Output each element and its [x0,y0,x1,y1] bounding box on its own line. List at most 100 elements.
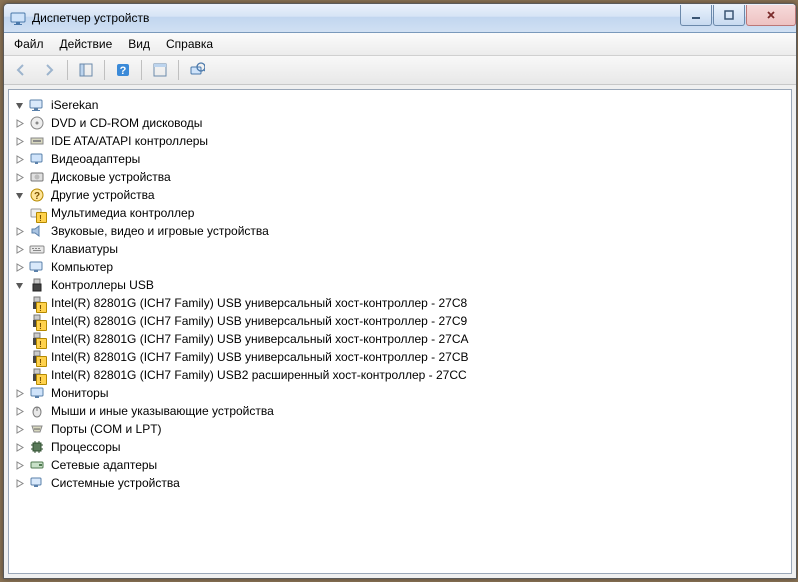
expand-icon[interactable] [13,171,25,183]
tree-label: Сетевые адаптеры [49,457,159,473]
tree-node-computer[interactable]: Компьютер [13,258,787,276]
tree-node-usb-27ca[interactable]: Intel(R) 82801G (ICH7 Family) USB универ… [13,330,787,348]
menu-action[interactable]: Действие [52,34,121,54]
toolbar-separator [104,60,105,80]
expand-icon[interactable] [13,459,25,471]
tree-label: Мыши и иные указывающие устройства [49,403,276,419]
tree-label: Intel(R) 82801G (ICH7 Family) USB универ… [49,295,469,311]
tree-node-network[interactable]: Сетевые адаптеры [13,456,787,474]
collapse-icon[interactable] [13,99,25,111]
tree-node-keyboard[interactable]: Клавиатуры [13,240,787,258]
tree-node-usb-27cc[interactable]: Intel(R) 82801G (ICH7 Family) USB2 расши… [13,366,787,384]
tree-label: Мультимедиа контроллер [49,205,196,221]
forward-button[interactable] [36,57,62,83]
tree-node-multimedia-controller[interactable]: Мультимедиа контроллер [13,204,787,222]
tree-node-usb-27cb[interactable]: Intel(R) 82801G (ICH7 Family) USB универ… [13,348,787,366]
expand-icon[interactable] [13,153,25,165]
svg-text:?: ? [120,65,127,77]
disc-icon [29,115,45,131]
no-expand [13,297,25,309]
tree-label: Intel(R) 82801G (ICH7 Family) USB универ… [49,331,471,347]
tree-label: Intel(R) 82801G (ICH7 Family) USB универ… [49,313,469,329]
device-tree-panel[interactable]: iSerekan DVD и CD-ROM дисководы IDE ATA/… [8,89,792,574]
tree-node-cpu[interactable]: Процессоры [13,438,787,456]
tree-node-dvd[interactable]: DVD и CD-ROM дисководы [13,114,787,132]
device-tree: iSerekan DVD и CD-ROM дисководы IDE ATA/… [13,96,787,492]
no-expand [13,369,25,381]
svg-text:?: ? [34,191,40,202]
expand-icon[interactable] [13,423,25,435]
disk-drive-icon [29,169,45,185]
tree-node-monitor[interactable]: Мониторы [13,384,787,402]
tree-root[interactable]: iSerekan [13,96,787,114]
tree-label: Звуковые, видео и игровые устройства [49,223,271,239]
device-manager-window: Диспетчер устройств Файл Действие Вид Сп… [3,3,797,579]
tree-node-video[interactable]: Видеоадаптеры [13,150,787,168]
usb-device-icon [29,295,45,311]
no-expand [13,207,25,219]
other-devices-icon: ? [29,187,45,203]
usb-device-icon [29,331,45,347]
ide-controller-icon [29,133,45,149]
unknown-device-icon [29,205,45,221]
tree-node-ide[interactable]: IDE ATA/ATAPI контроллеры [13,132,787,150]
expand-icon[interactable] [13,117,25,129]
tree-root-label: iSerekan [49,97,100,113]
toolbar-separator [141,60,142,80]
maximize-button[interactable] [713,5,745,26]
toolbar-separator [67,60,68,80]
tree-label: Порты (COM и LPT) [49,421,164,437]
expand-icon[interactable] [13,135,25,147]
expand-icon[interactable] [13,387,25,399]
display-adapter-icon [29,151,45,167]
menu-help[interactable]: Справка [158,34,221,54]
tree-label: Контроллеры USB [49,277,156,293]
app-icon [10,10,26,26]
no-expand [13,351,25,363]
expand-icon[interactable] [13,405,25,417]
scan-hardware-button[interactable] [184,57,210,83]
expand-icon[interactable] [13,243,25,255]
properties-button[interactable] [147,57,173,83]
menubar: Файл Действие Вид Справка [4,33,796,56]
titlebar: Диспетчер устройств [4,4,796,33]
computer-icon [29,259,45,275]
tree-node-sound[interactable]: Звуковые, видео и игровые устройства [13,222,787,240]
tree-node-disk[interactable]: Дисковые устройства [13,168,787,186]
toolbar: ? [4,56,796,85]
usb-device-icon [29,313,45,329]
tree-node-mouse[interactable]: Мыши и иные указывающие устройства [13,402,787,420]
help-button[interactable]: ? [110,57,136,83]
expand-icon[interactable] [13,261,25,273]
network-adapter-icon [29,457,45,473]
menu-view[interactable]: Вид [120,34,158,54]
back-button[interactable] [8,57,34,83]
tree-node-system[interactable]: Системные устройства [13,474,787,492]
tree-label: IDE ATA/ATAPI контроллеры [49,133,210,149]
monitor-icon [29,385,45,401]
expand-icon[interactable] [13,225,25,237]
tree-node-other[interactable]: ? Другие устройства [13,186,787,204]
window-title: Диспетчер устройств [32,11,679,25]
tree-node-usb-27c8[interactable]: Intel(R) 82801G (ICH7 Family) USB универ… [13,294,787,312]
collapse-icon[interactable] [13,189,25,201]
minimize-button[interactable] [680,5,712,26]
tree-label: Intel(R) 82801G (ICH7 Family) USB2 расши… [49,367,469,383]
expand-icon[interactable] [13,441,25,453]
ports-icon [29,421,45,437]
collapse-icon[interactable] [13,279,25,291]
menu-file[interactable]: Файл [6,34,52,54]
usb-device-icon [29,367,45,383]
tree-node-usb-27c9[interactable]: Intel(R) 82801G (ICH7 Family) USB универ… [13,312,787,330]
tree-label: Процессоры [49,439,123,455]
close-button[interactable] [746,5,796,26]
tree-label: DVD и CD-ROM дисководы [49,115,204,131]
tree-node-ports[interactable]: Порты (COM и LPT) [13,420,787,438]
tree-label: Компьютер [49,259,115,275]
mouse-icon [29,403,45,419]
expand-icon[interactable] [13,477,25,489]
show-hide-tree-button[interactable] [73,57,99,83]
tree-label: Дисковые устройства [49,169,173,185]
tree-label: Другие устройства [49,187,157,203]
tree-node-usb[interactable]: Контроллеры USB [13,276,787,294]
